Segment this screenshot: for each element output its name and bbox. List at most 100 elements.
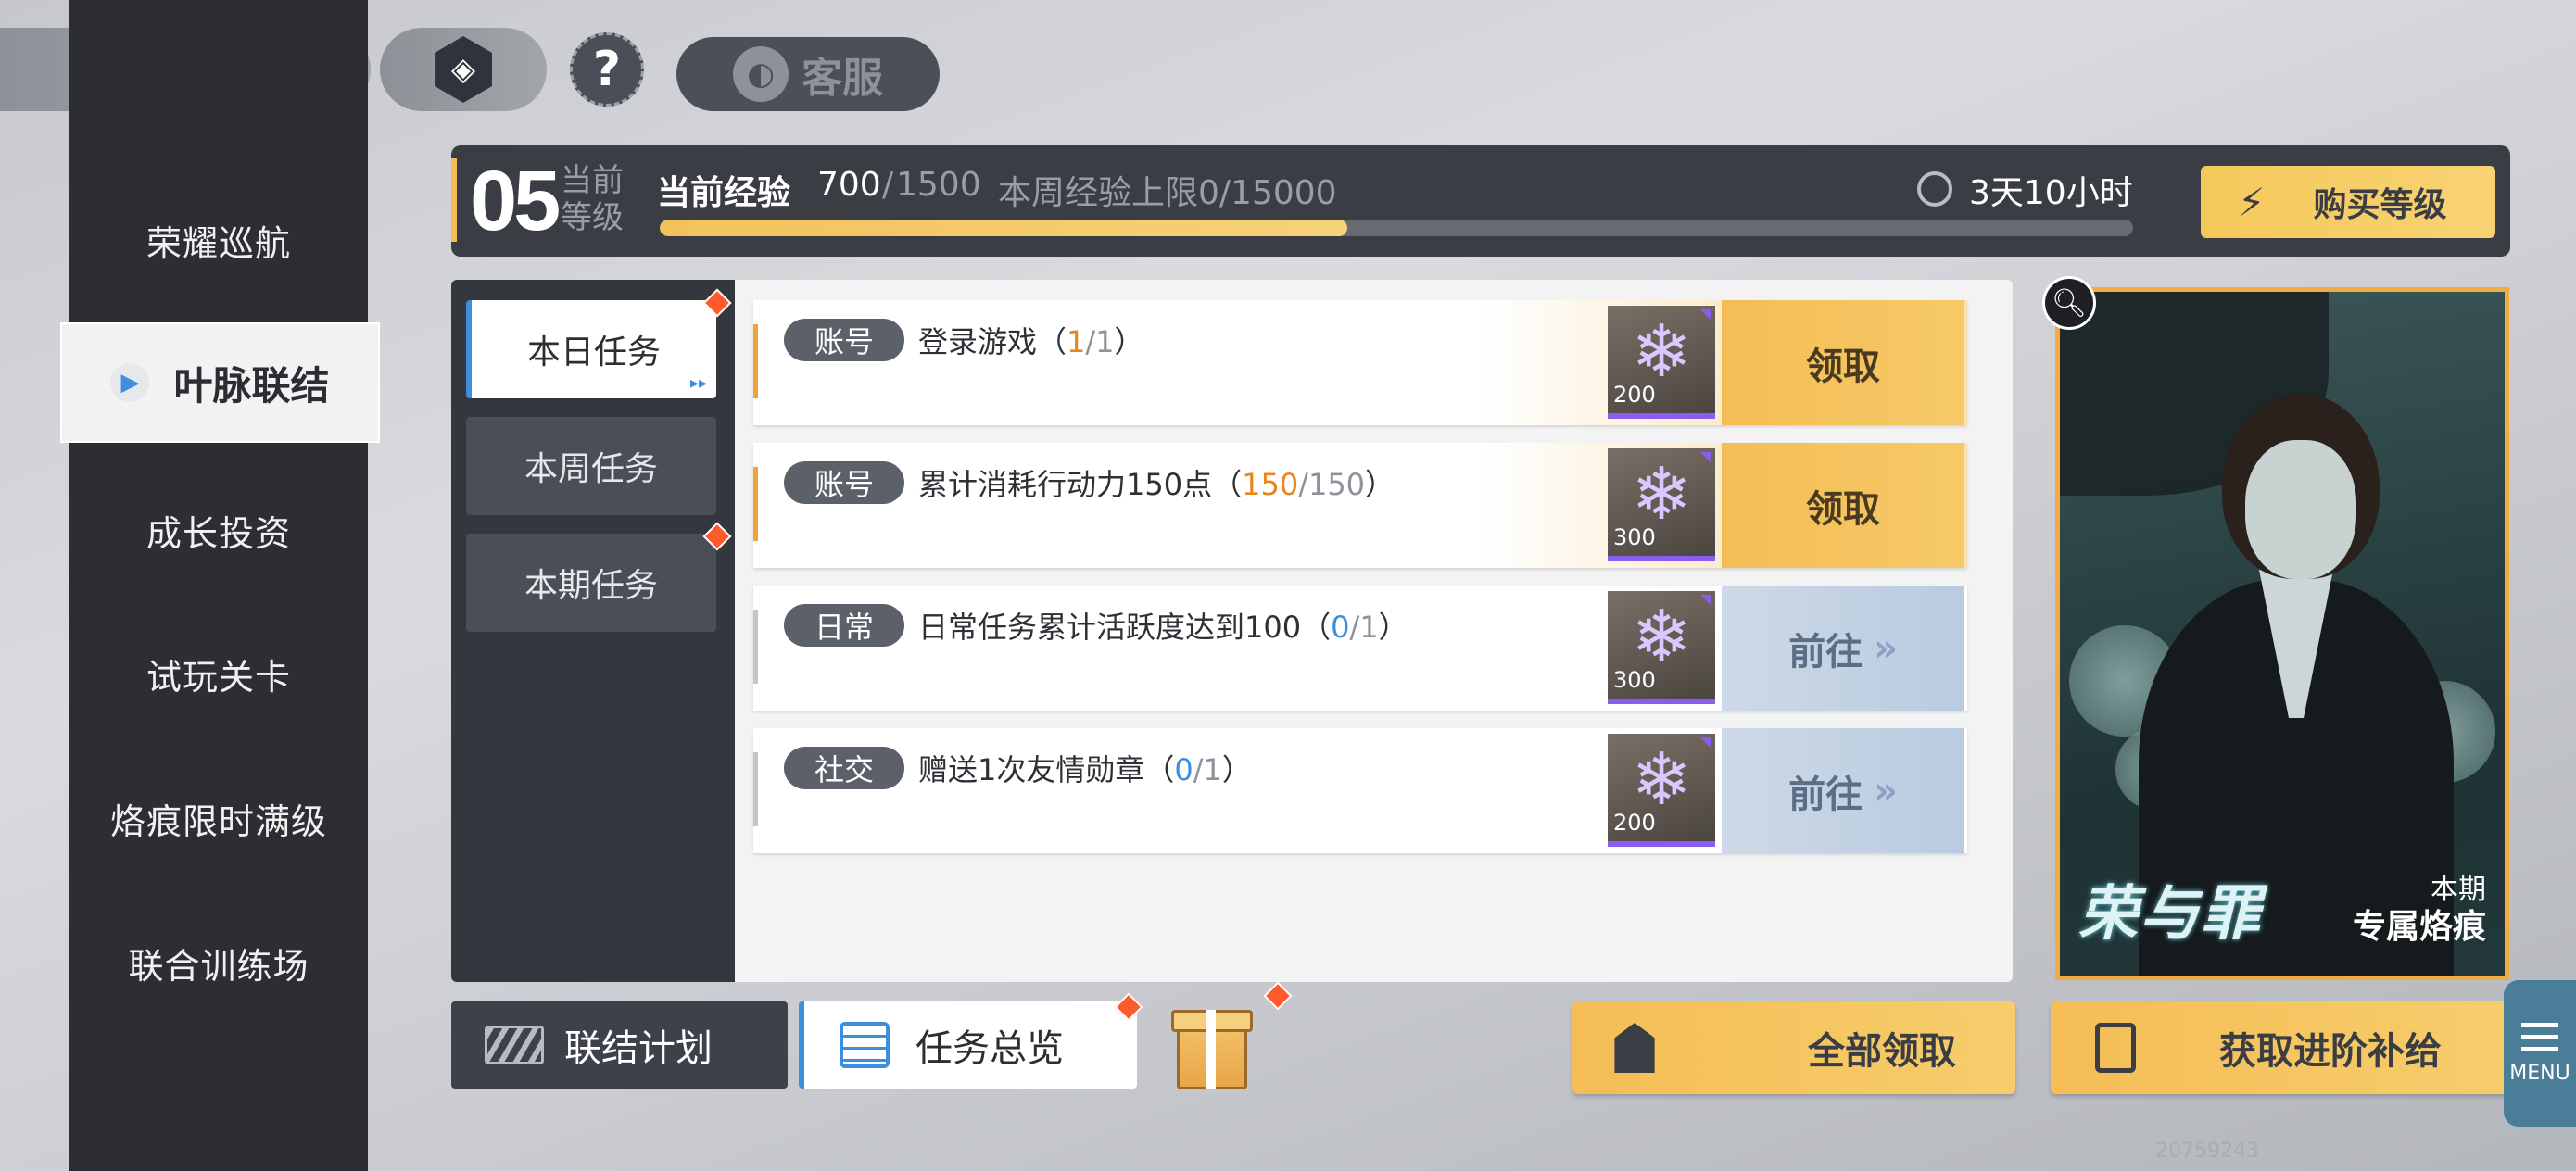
- task-description: 赠送1次友情勋章（0/1）: [918, 747, 1252, 789]
- link-plan-button[interactable]: 联结计划: [451, 1001, 788, 1089]
- rarity-corner: [1700, 309, 1711, 321]
- claim-button[interactable]: 领取: [1722, 300, 1964, 425]
- task-progress-current: 150: [1242, 467, 1299, 502]
- task-description: 日常任务累计活跃度达到100（0/1）: [918, 604, 1408, 647]
- level-caption-top: 当前: [561, 162, 624, 199]
- reward-quantity: 200: [1613, 810, 1656, 836]
- task-text: 累计消耗行动力150点（: [918, 467, 1243, 502]
- gift-box-button[interactable]: [1171, 984, 1253, 1091]
- rarity-corner: [1700, 595, 1711, 606]
- sidebar-item-timed-max-level[interactable]: 烙痕限时满级: [69, 793, 368, 844]
- task-description: 登录游戏（1/1）: [918, 319, 1144, 361]
- exp-current: 700: [817, 166, 881, 204]
- snowflake-icon: ❄: [1631, 310, 1692, 394]
- sidebar-item-label: 叶脉联结: [173, 362, 330, 409]
- task-tag: 账号: [784, 461, 904, 504]
- task-progress-current: 1: [1067, 324, 1086, 359]
- sidebar-item-glory-cruise[interactable]: 荣耀巡航: [69, 215, 368, 266]
- claim-button[interactable]: 领取: [1722, 443, 1964, 568]
- task-progress-sep: /: [1085, 324, 1096, 359]
- level-accent: [451, 158, 457, 242]
- lightning-icon: ⚡: [2238, 179, 2266, 225]
- go-button[interactable]: 前往»: [1722, 586, 1964, 711]
- help-button[interactable]: ?: [570, 32, 644, 107]
- task-row: 日常 日常任务累计活跃度达到100（0/1） ❄ 300 前往»: [753, 586, 1967, 711]
- task-description: 累计消耗行动力150点（150/150）: [918, 461, 1395, 504]
- game-logo-icon: ◈: [435, 36, 492, 103]
- reward-item[interactable]: ❄ 200: [1608, 306, 1715, 419]
- task-tag: 社交: [784, 747, 904, 789]
- task-progress-max: 1: [1095, 324, 1115, 359]
- go-label: 前往: [1788, 630, 1863, 674]
- task-tabs: 本日任务 ▸▸ 本周任务 本期任务: [451, 280, 735, 982]
- tab-label: 本周任务: [524, 450, 658, 488]
- double-arrow-icon: ▸▸: [689, 373, 707, 393]
- buy-level-button[interactable]: ⚡ 购买等级: [2201, 166, 2495, 238]
- headset-icon: ◐: [733, 46, 789, 102]
- season-timer: 3天10小时: [1969, 174, 2133, 212]
- zoom-button[interactable]: 🔍︎: [2042, 276, 2096, 330]
- task-edge: [753, 324, 758, 398]
- task-row: 账号 登录游戏（1/1） ❄ 200 领取: [753, 300, 1967, 425]
- claim-all-button[interactable]: 全部领取: [1572, 1001, 2015, 1094]
- task-tag: 账号: [784, 319, 904, 361]
- rarity-corner: [1700, 452, 1711, 463]
- go-label: 前往: [1788, 773, 1863, 816]
- sidebar-item-leaf-link[interactable]: ▶ 叶脉联结: [60, 322, 380, 443]
- card-exclusive-label: 专属烙痕: [2352, 908, 2486, 946]
- task-progress-sep: /: [1193, 752, 1204, 787]
- search-icon: 🔍︎: [2051, 286, 2088, 320]
- reward-item[interactable]: ❄ 300: [1608, 591, 1715, 704]
- double-chevron-right-icon: »: [1874, 769, 1898, 812]
- task-overview-button[interactable]: 任务总览: [799, 1001, 1137, 1089]
- task-progress-max: 150: [1307, 467, 1366, 502]
- unlock-icon: [2095, 1023, 2136, 1073]
- reward-quantity: 300: [1613, 667, 1656, 693]
- customer-service-button[interactable]: ◐ 客服: [676, 37, 940, 111]
- level-caption: 当前 等级: [561, 162, 624, 236]
- menu-button[interactable]: MENU: [2504, 980, 2576, 1127]
- go-button[interactable]: 前往 »: [1722, 728, 1964, 853]
- advanced-supply-button[interactable]: 获取进阶补给: [2051, 1001, 2510, 1094]
- question-icon: ?: [592, 42, 622, 97]
- task-overview-label: 任务总览: [915, 1027, 1064, 1070]
- exclusive-imprint-card[interactable]: 荣与罪 本期 专属烙痕: [2055, 287, 2509, 980]
- task-edge: [753, 610, 758, 684]
- gift-package-icon: [1614, 1023, 1655, 1073]
- reward-quantity: 300: [1613, 524, 1656, 550]
- tab-weekly-tasks[interactable]: 本周任务: [466, 417, 716, 515]
- task-progress-sep: /: [1298, 467, 1308, 502]
- exp-progress-fill: [660, 220, 1348, 236]
- task-progress-current: 0: [1331, 610, 1350, 645]
- game-logo-button[interactable]: ◈: [380, 28, 547, 111]
- task-text-close: ）: [1114, 324, 1144, 359]
- reward-item[interactable]: ❄ 300: [1608, 448, 1715, 561]
- card-art-face: [2245, 440, 2356, 579]
- task-text-close: ）: [1378, 610, 1408, 645]
- clipboard-icon: [840, 1022, 890, 1068]
- reward-quantity: 200: [1613, 382, 1656, 408]
- red-dot-badge: [1263, 981, 1293, 1011]
- sidebar-item-training-ground[interactable]: 联合训练场: [69, 938, 368, 988]
- task-text: 赠送1次友情勋章（: [918, 752, 1175, 787]
- snowflake-icon: ❄: [1631, 596, 1692, 679]
- tab-period-tasks[interactable]: 本期任务: [466, 534, 716, 632]
- task-progress-max: 1: [1359, 610, 1379, 645]
- play-icon: ▶: [110, 363, 150, 402]
- tab-label: 本期任务: [524, 567, 658, 605]
- sidebar-item-growth-investment[interactable]: 成长投资: [69, 505, 368, 556]
- clock-icon: [1917, 171, 1952, 207]
- menu-label: MENU: [2509, 1061, 2570, 1085]
- exp-progress-bar: [660, 220, 2133, 236]
- rarity-corner: [1700, 737, 1711, 749]
- tab-daily-tasks[interactable]: 本日任务 ▸▸: [466, 300, 716, 398]
- level-number: 05: [470, 154, 561, 248]
- task-panel: 本日任务 ▸▸ 本周任务 本期任务 账号 登录游戏（1/1） ❄ 200 领取 账…: [451, 280, 2013, 982]
- task-progress-current: 0: [1174, 752, 1193, 787]
- sidebar: 荣耀巡航 成长投资 试玩关卡 烙痕限时满级 联合训练场: [69, 0, 368, 1171]
- reward-item[interactable]: ❄ 200: [1608, 734, 1715, 847]
- claim-label: 领取: [1806, 345, 1880, 388]
- sidebar-item-trial-stage[interactable]: 试玩关卡: [69, 648, 368, 699]
- user-id: 20759243: [2155, 1140, 2259, 1163]
- task-row: 社交 赠送1次友情勋章（0/1） ❄ 200 前往 »: [753, 728, 1967, 853]
